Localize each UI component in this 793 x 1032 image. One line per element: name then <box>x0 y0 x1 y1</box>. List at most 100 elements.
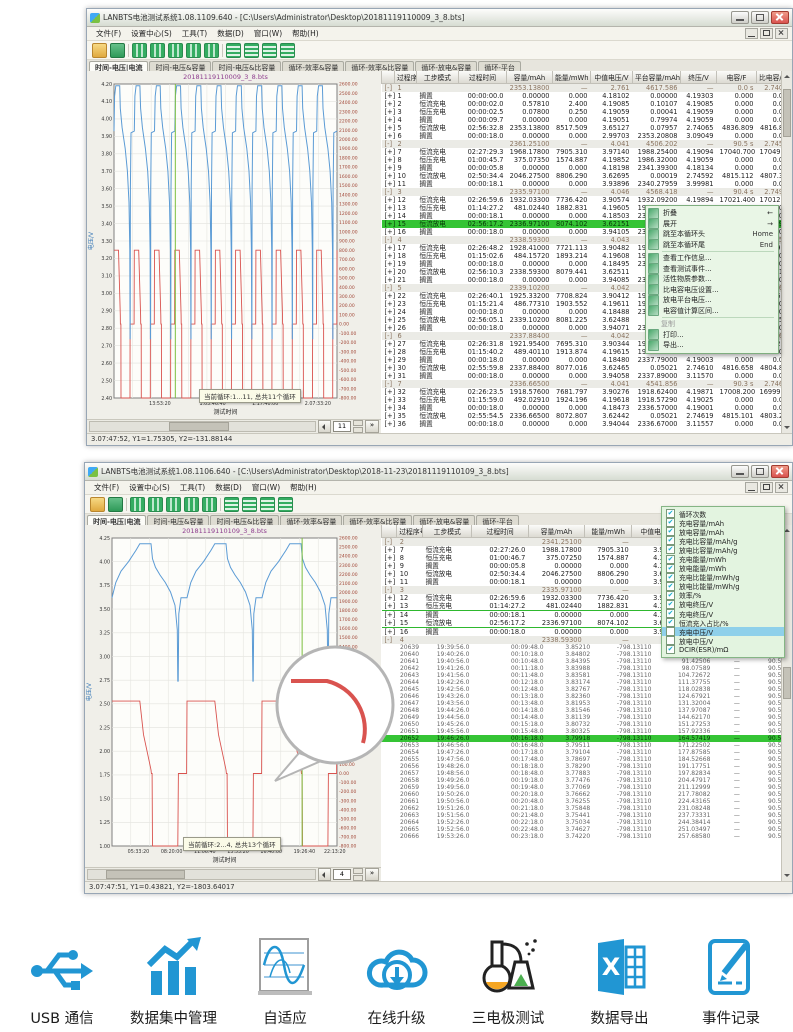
step-row[interactable]: 2065119:45:56.000:15:48.03.80325-798.131… <box>381 728 792 735</box>
cycle-number-input[interactable]: 4 <box>333 869 351 880</box>
cycle-summary-row[interactable]: [-]32335.97100—4.0464568.418—90.4 s2.749… <box>382 188 793 196</box>
step-row[interactable]: 2064819:44:26.000:14:18.03.81546-798.131… <box>381 707 792 714</box>
column-header[interactable] <box>382 525 397 538</box>
column-header[interactable]: 过程时间 <box>459 71 507 84</box>
step-row[interactable]: 2065319:46:56.000:16:48.03.79511-798.131… <box>381 742 792 749</box>
menu-item-5[interactable]: 窗口(W) <box>249 29 287 38</box>
menu-item-1[interactable]: 文件(F) <box>91 29 126 38</box>
step-row[interactable]: 2066519:52:56.000:22:48.03.74627-798.131… <box>381 826 792 833</box>
step-row[interactable]: [+]32恒流充电02:26:23.51918.576007681.7973.9… <box>382 388 793 396</box>
layout-view-icon[interactable] <box>280 43 295 58</box>
save-icon[interactable] <box>108 497 123 512</box>
checkbox-checked-icon[interactable]: ✔ <box>666 555 675 564</box>
spectrum-icon[interactable] <box>226 43 241 58</box>
step-row[interactable]: 2065419:47:26.000:17:18.03.79104-798.131… <box>381 749 792 756</box>
column-header[interactable]: 容量/mAh <box>507 71 553 84</box>
step-divide-icon[interactable] <box>168 43 183 58</box>
column-header[interactable]: 能量/mWh <box>585 525 632 538</box>
work-mode-icon[interactable] <box>186 43 201 58</box>
column-header[interactable]: 过程序号 <box>395 71 417 84</box>
prev-cycle-button[interactable] <box>318 420 331 433</box>
close-button[interactable] <box>771 465 789 478</box>
checkbox-unchecked-icon[interactable] <box>666 627 675 636</box>
menu-item-1[interactable]: 文件(F) <box>89 483 124 492</box>
menu-item-2[interactable]: 设置中心(S) <box>124 483 175 492</box>
parallel-channel-icon[interactable] <box>132 43 147 58</box>
step-row[interactable]: [+]31搁置00:00:18.00.000000.0003.940582337… <box>382 372 793 380</box>
step-row[interactable]: [+]5恒流放电02:56:32.82353.138008517.5093.65… <box>382 124 793 132</box>
menu-item-5[interactable]: 窗口(W) <box>247 483 285 492</box>
step-row[interactable]: 2065519:47:56.000:17:48.03.78697-798.131… <box>381 756 792 763</box>
mdi-minimize-button[interactable] <box>745 482 758 493</box>
step-divide-icon[interactable] <box>166 497 181 512</box>
step-row[interactable]: 2066019:50:26.000:20:18.03.76662-798.131… <box>381 791 792 798</box>
step-row[interactable]: [+]12恒流充电02:26:59.61932.033007736.4203.9… <box>382 196 793 204</box>
minimize-button[interactable] <box>731 11 749 24</box>
step-row[interactable]: 2066319:51:56.000:21:48.03.75441-798.131… <box>381 812 792 819</box>
spectrum-icon[interactable] <box>224 497 239 512</box>
step-row[interactable]: 2065719:48:56.000:18:48.03.77883-798.131… <box>381 770 792 777</box>
checkbox-checked-icon[interactable]: ✔ <box>666 645 675 654</box>
context-menu-item[interactable]: 电容值计算区间... <box>646 306 778 317</box>
step-row[interactable]: [+]3恒压充电00:00:02.50.078000.2504.190590.0… <box>382 108 793 116</box>
context-menu-item[interactable]: 跳至本循环头Home <box>646 229 778 240</box>
cycle-number-input[interactable]: 11 <box>333 421 351 432</box>
context-menu-item[interactable]: 折叠← <box>646 208 778 219</box>
last-cycle-button[interactable]: » <box>365 868 379 881</box>
context-menu-item[interactable]: 查看测试事件... <box>646 264 778 275</box>
step-row[interactable]: [+]7恒流充电02:27:29.31968.178007905.3103.97… <box>382 148 793 156</box>
step-row[interactable]: 2065819:49:26.000:19:18.03.77476-798.131… <box>381 777 792 784</box>
step-row[interactable]: 2064919:44:56.000:14:48.03.81139-798.131… <box>381 714 792 721</box>
mdi-close-button[interactable] <box>775 482 788 493</box>
step-row[interactable]: 2065219:46:26.000:16:18.03.79918-798.131… <box>381 735 792 742</box>
list-view-icon[interactable] <box>242 497 257 512</box>
context-menu-item[interactable]: 活性物质参数... <box>646 274 778 285</box>
pause-channel-icon[interactable] <box>150 43 165 58</box>
menu-item-3[interactable]: 工具(T) <box>177 29 212 38</box>
step-row[interactable]: 2065919:49:56.000:19:48.03.77069-798.131… <box>381 784 792 791</box>
step-row[interactable]: [+]34搁置00:00:18.00.000000.0004.184732336… <box>382 404 793 412</box>
step-row[interactable]: 2064319:41:56.000:11:48.03.83581-798.131… <box>381 672 792 679</box>
column-chooser-item[interactable]: ✔DCIR(ESR)/mΩ <box>662 645 784 654</box>
column-header[interactable]: 中值电压/V <box>591 71 633 84</box>
mdi-restore-button[interactable] <box>760 482 773 493</box>
mdi-restore-button[interactable] <box>760 28 773 39</box>
titlebar[interactable]: LANBTS电池测试系统1.08.1106.640 - [C:\Users\Ad… <box>85 463 792 481</box>
cycle-spinner[interactable] <box>353 868 363 881</box>
stop-channel-icon[interactable] <box>204 43 219 58</box>
step-row[interactable]: [+]4搁置00:00:09.70.000000.0004.190510.799… <box>382 116 793 124</box>
open-file-icon[interactable] <box>92 43 107 58</box>
checkbox-checked-icon[interactable]: ✔ <box>666 518 675 527</box>
last-cycle-button[interactable]: » <box>365 420 379 433</box>
time-voltage-current-chart[interactable]: 20181119110109_3_8.bts4.254.003.753.503.… <box>85 525 381 868</box>
layout-view-icon[interactable] <box>278 497 293 512</box>
checkbox-checked-icon[interactable]: ✔ <box>666 600 675 609</box>
column-header[interactable]: 容量/mAh <box>528 525 584 538</box>
column-header[interactable]: 平台容量/mAh <box>633 71 681 84</box>
column-header[interactable]: 工步模式 <box>423 525 472 538</box>
menu-item-6[interactable]: 帮助(H) <box>285 483 322 492</box>
cycle-summary-row[interactable]: [-]12353.13800—2.7614617.586—0.0 s2.7406… <box>382 84 793 93</box>
prev-cycle-button[interactable] <box>318 868 331 881</box>
parallel-channel-icon[interactable] <box>130 497 145 512</box>
step-row[interactable]: [+]36搁置00:00:18.00.000000.0003.940442336… <box>382 420 793 428</box>
menu-item-3[interactable]: 工具(T) <box>175 483 210 492</box>
checkbox-checked-icon[interactable]: ✔ <box>666 582 675 591</box>
column-chooser-item[interactable]: 放电中压/V <box>662 636 784 645</box>
context-menu-item[interactable]: 查看工作信息... <box>646 253 778 264</box>
menu-item-4[interactable]: 数据(D) <box>212 29 249 38</box>
minimize-button[interactable] <box>731 465 749 478</box>
step-row[interactable]: [+]1搁置00:00:00.00.000000.0004.181020.000… <box>382 92 793 100</box>
mdi-minimize-button[interactable] <box>745 28 758 39</box>
step-row[interactable]: [+]9搁置00:00:05.80.000000.0004.181982341.… <box>382 164 793 172</box>
step-row[interactable]: 2064219:41:26.000:11:18.03.83988-798.131… <box>381 665 792 672</box>
column-header[interactable]: 过程时间 <box>472 525 528 538</box>
step-row[interactable]: 2064619:43:26.000:13:18.03.82360-798.131… <box>381 693 792 700</box>
menu-item-6[interactable]: 帮助(H) <box>287 29 324 38</box>
checkbox-checked-icon[interactable]: ✔ <box>666 564 675 573</box>
stop-channel-icon[interactable] <box>202 497 217 512</box>
column-header[interactable]: 能量/mWh <box>553 71 591 84</box>
list-view-icon[interactable] <box>244 43 259 58</box>
checkbox-checked-icon[interactable]: ✔ <box>666 527 675 536</box>
work-mode-icon[interactable] <box>184 497 199 512</box>
